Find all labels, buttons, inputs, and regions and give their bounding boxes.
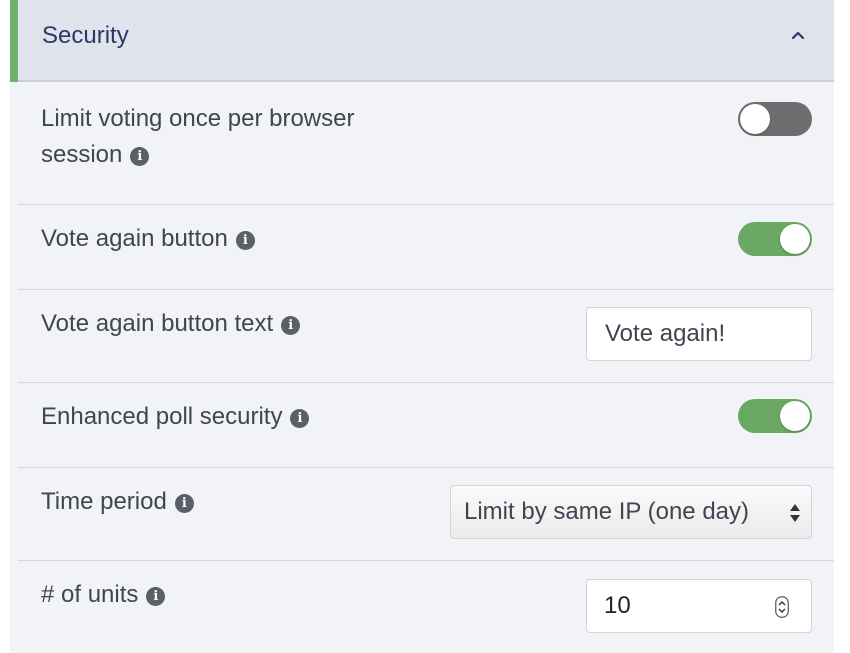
- vote-again-text-label: Vote again button text i: [41, 306, 301, 342]
- limit-voting-toggle[interactable]: [738, 102, 812, 136]
- section-title: Security: [42, 22, 129, 49]
- enhanced-security-toggle[interactable]: [738, 399, 812, 433]
- time-period-selected-value: Limit by same IP (one day): [464, 498, 750, 525]
- info-icon[interactable]: i: [281, 316, 301, 335]
- toggle-knob: [740, 104, 770, 134]
- units-label-text: # of units: [41, 581, 139, 608]
- limit-voting-label-line1: Limit voting once per browser: [41, 105, 355, 132]
- time-period-select[interactable]: Limit by same IP (one day): [450, 485, 812, 539]
- info-icon[interactable]: i: [235, 231, 255, 250]
- setting-row-limit-voting: Limit voting once per browser session i: [18, 84, 834, 205]
- section-accent-bar: [10, 0, 18, 82]
- security-section-header[interactable]: Security: [10, 0, 834, 82]
- enhanced-security-label: Enhanced poll security i: [41, 399, 310, 435]
- select-arrows-icon: [790, 504, 800, 522]
- vote-again-label: Vote again button i: [41, 221, 255, 257]
- info-icon[interactable]: i: [174, 494, 194, 513]
- enhanced-security-label-text: Enhanced poll security: [41, 403, 283, 430]
- toggle-knob: [780, 224, 810, 254]
- info-icon[interactable]: i: [146, 587, 166, 606]
- setting-row-time-period: Time period i Limit by same IP (one day): [18, 468, 834, 561]
- time-period-label-text: Time period: [41, 488, 167, 515]
- units-value: 10: [604, 592, 631, 619]
- vote-again-text-input[interactable]: Vote again!: [586, 307, 812, 361]
- info-icon[interactable]: i: [130, 147, 150, 166]
- info-icon[interactable]: i: [290, 409, 310, 428]
- stepper-icon[interactable]: [775, 596, 789, 618]
- limit-voting-label: Limit voting once per browser session i: [41, 101, 354, 173]
- units-label: # of units i: [41, 577, 166, 613]
- setting-row-enhanced-security: Enhanced poll security i: [18, 383, 834, 468]
- vote-again-text-label-text: Vote again button text: [41, 310, 274, 337]
- time-period-label: Time period i: [41, 484, 194, 520]
- setting-row-vote-again-text: Vote again button text i Vote again!: [18, 290, 834, 383]
- limit-voting-label-line2: session: [41, 141, 123, 168]
- vote-again-toggle[interactable]: [738, 222, 812, 256]
- units-number-input[interactable]: 10: [586, 579, 812, 633]
- setting-row-vote-again: Vote again button i: [18, 205, 834, 290]
- security-panel: Security Limit voting once per browser s…: [10, 0, 834, 653]
- toggle-knob: [780, 401, 810, 431]
- vote-again-label-text: Vote again button: [41, 225, 228, 252]
- setting-row-units: # of units i 10: [18, 561, 834, 653]
- chevron-up-icon[interactable]: [788, 26, 808, 46]
